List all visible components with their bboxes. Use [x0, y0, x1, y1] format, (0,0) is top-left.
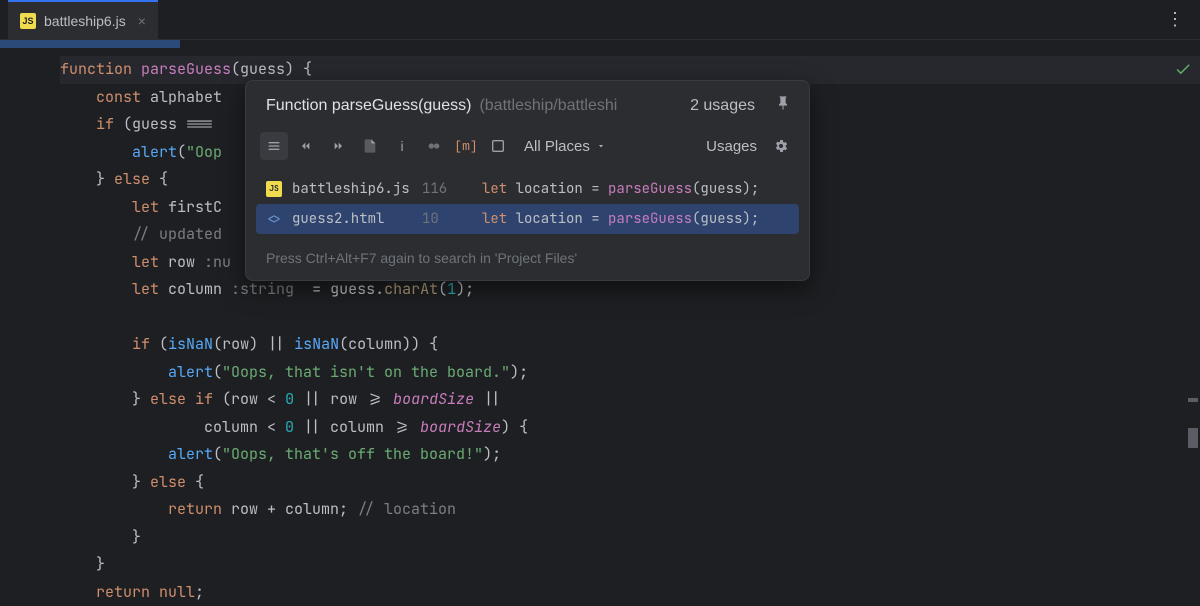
code-line[interactable]: } else { [60, 469, 1200, 497]
preview-icon[interactable] [484, 132, 512, 160]
usages-count: 2 usages [690, 97, 755, 115]
popup-title: Function parseGuess(guess) [266, 97, 471, 115]
code-line[interactable]: } [60, 524, 1200, 552]
prev-occurrence-icon[interactable] [292, 132, 320, 160]
gutter-mark[interactable] [1188, 428, 1198, 448]
result-filename: battleship6.js [292, 180, 412, 198]
regex-icon[interactable]: [m] [452, 132, 480, 160]
usage-result-row[interactable]: <> guess2.html 10 let location = parseGuess… [256, 204, 799, 234]
right-gutter [1170, 48, 1200, 600]
pin-icon[interactable] [775, 95, 791, 116]
tab-group: JS battleship6.js × [8, 0, 158, 40]
usages-result-list: JS battleship6.js 116 let location = parseG… [246, 170, 809, 242]
js-file-icon: JS [20, 13, 36, 29]
file-tab[interactable]: JS battleship6.js × [8, 0, 158, 40]
gutter-mark[interactable] [1188, 398, 1198, 402]
popup-toolbar: i [m] All Places Usages [246, 126, 809, 170]
code-line[interactable]: alert("Oops, that isn't on the board."); [60, 359, 1200, 387]
group-icon[interactable] [420, 132, 448, 160]
tab-bar: JS battleship6.js × ⋮ [0, 0, 1200, 40]
export-icon[interactable] [356, 132, 384, 160]
popup-file-path: (battleship/battleshi [479, 97, 617, 115]
popup-header: Function parseGuess(guess) (battleship/b… [246, 81, 809, 126]
settings-icon[interactable] [767, 132, 795, 160]
code-line[interactable]: return null; [60, 579, 1200, 606]
scope-dropdown[interactable]: All Places [516, 132, 614, 160]
code-line[interactable]: return row + column; // location [60, 496, 1200, 524]
result-snippet: let location = parseGuess(guess); [482, 180, 759, 198]
js-file-icon: JS [266, 181, 282, 197]
popup-footer-hint: Press Ctrl+Alt+F7 again to search in 'Pr… [246, 242, 809, 280]
code-line[interactable]: column < 0 || column >= boardSize) { [60, 414, 1200, 442]
result-line-number: 116 [422, 180, 452, 198]
code-line[interactable] [60, 304, 1200, 332]
code-line[interactable]: if (isNaN(row) || isNaN(column)) { [60, 331, 1200, 359]
close-tab-icon[interactable]: × [138, 13, 146, 29]
info-icon[interactable]: i [388, 132, 416, 160]
result-filename: guess2.html [292, 210, 412, 228]
code-line[interactable]: } else if (row < 0 || row >= boardSize |… [60, 386, 1200, 414]
usage-result-row[interactable]: JS battleship6.js 116 let location = parseG… [256, 174, 799, 204]
filter-read-icon[interactable] [260, 132, 288, 160]
code-line[interactable]: alert("Oops, that's off the board!"); [60, 441, 1200, 469]
usages-link[interactable]: Usages [706, 138, 757, 155]
result-snippet: let location = parseGuess(guess); [482, 210, 759, 228]
more-menu-icon[interactable]: ⋮ [1166, 9, 1184, 30]
code-line[interactable]: } [60, 551, 1200, 579]
next-occurrence-icon[interactable] [324, 132, 352, 160]
result-line-number: 10 [422, 210, 452, 228]
find-usages-popup: Function parseGuess(guess) (battleship/b… [245, 80, 810, 281]
tab-filename: battleship6.js [44, 13, 126, 29]
html-file-icon: <> [266, 211, 282, 227]
